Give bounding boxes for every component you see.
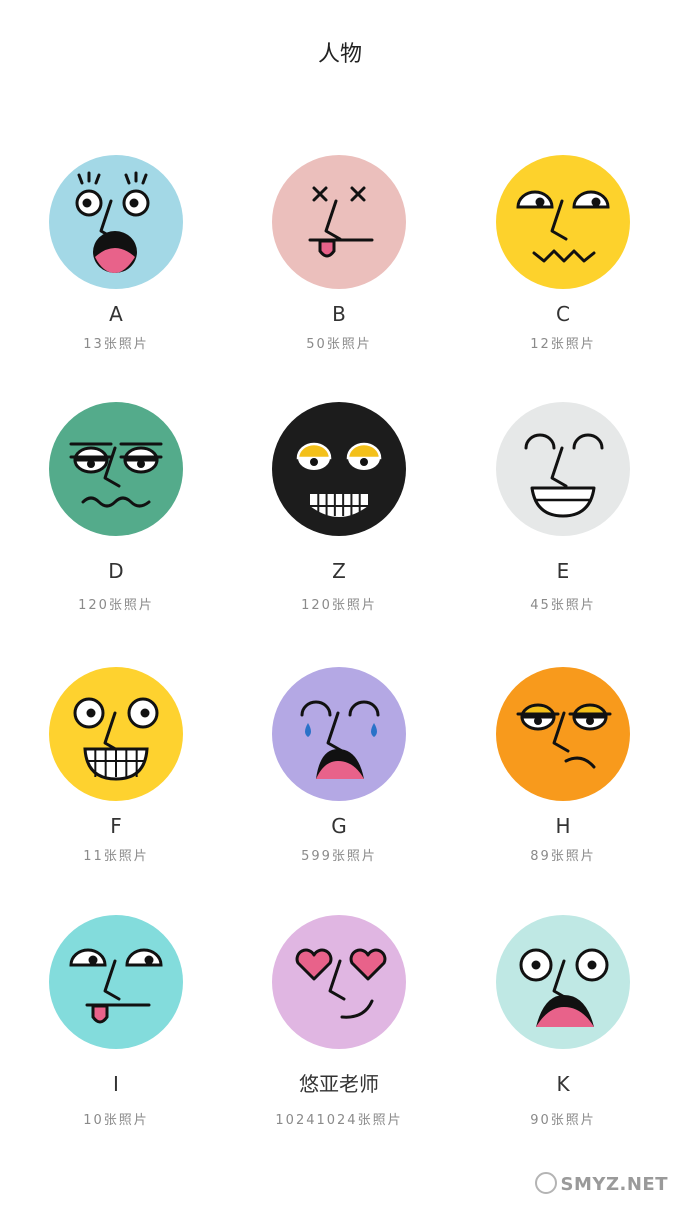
scared-face-icon[interactable] <box>496 915 630 1049</box>
person-name: K <box>556 1072 570 1096</box>
photo-count: 90张照片 <box>530 1113 596 1128</box>
photo-count: 13张照片 <box>83 337 149 352</box>
grinning-teeth-face-icon[interactable] <box>49 667 183 801</box>
grinning-dark-face-icon[interactable] <box>272 402 406 536</box>
person-card[interactable]: 悠亚老师 10241024张照片 <box>226 915 452 1128</box>
person-name: G <box>331 814 347 838</box>
photo-count: 599张照片 <box>301 849 377 864</box>
person-card[interactable]: Z 120张照片 <box>226 402 452 613</box>
dizzy-tongue-face-icon[interactable] <box>272 155 406 289</box>
unimpressed-face-icon[interactable] <box>496 667 630 801</box>
watermark-logo-icon <box>534 1172 557 1194</box>
person-name: F <box>110 814 122 838</box>
photo-count: 12张照片 <box>530 337 596 352</box>
person-card[interactable]: F 11张照片 <box>3 667 229 864</box>
photo-count: 10张照片 <box>83 1113 149 1128</box>
person-card[interactable]: G 599张照片 <box>226 667 452 864</box>
person-name: E <box>556 559 570 583</box>
photo-count: 10241024张照片 <box>275 1113 403 1128</box>
queasy-face-icon[interactable] <box>49 402 183 536</box>
crying-face-icon[interactable] <box>272 667 406 801</box>
person-card[interactable]: B 50张照片 <box>226 155 452 352</box>
photo-count: 45张照片 <box>530 598 596 613</box>
person-card[interactable]: I 10张照片 <box>3 915 229 1128</box>
person-card[interactable]: K 90张照片 <box>450 915 676 1128</box>
person-name: D <box>108 559 124 583</box>
person-name: Z <box>332 559 346 583</box>
person-name: I <box>113 1072 119 1096</box>
heart-eyes-face-icon[interactable] <box>272 915 406 1049</box>
person-name: 悠亚老师 <box>299 1072 379 1096</box>
watermark-text: SMYZ.NET <box>560 1174 668 1195</box>
happy-smile-face-icon[interactable] <box>496 402 630 536</box>
photo-count: 50张照片 <box>306 337 372 352</box>
person-name: H <box>555 814 571 838</box>
person-name: C <box>556 302 570 326</box>
person-name: A <box>109 302 123 326</box>
person-card[interactable]: H 89张照片 <box>450 667 676 864</box>
photo-count: 11张照片 <box>83 849 149 864</box>
person-card[interactable]: E 45张照片 <box>450 402 676 613</box>
tongue-out-face-icon[interactable] <box>49 915 183 1049</box>
photo-count: 120张照片 <box>301 598 377 613</box>
person-name: B <box>332 302 346 326</box>
watermark: SMYZ.NET <box>534 1172 668 1195</box>
shocked-face-icon[interactable] <box>49 155 183 289</box>
person-card[interactable]: A 13张照片 <box>3 155 229 352</box>
person-card[interactable]: C 12张照片 <box>450 155 676 352</box>
photo-count: 120张照片 <box>78 598 154 613</box>
zigzag-mouth-face-icon[interactable] <box>496 155 630 289</box>
person-card[interactable]: D 120张照片 <box>3 402 229 613</box>
page-title: 人物 <box>317 42 362 67</box>
photo-count: 89张照片 <box>530 849 596 864</box>
